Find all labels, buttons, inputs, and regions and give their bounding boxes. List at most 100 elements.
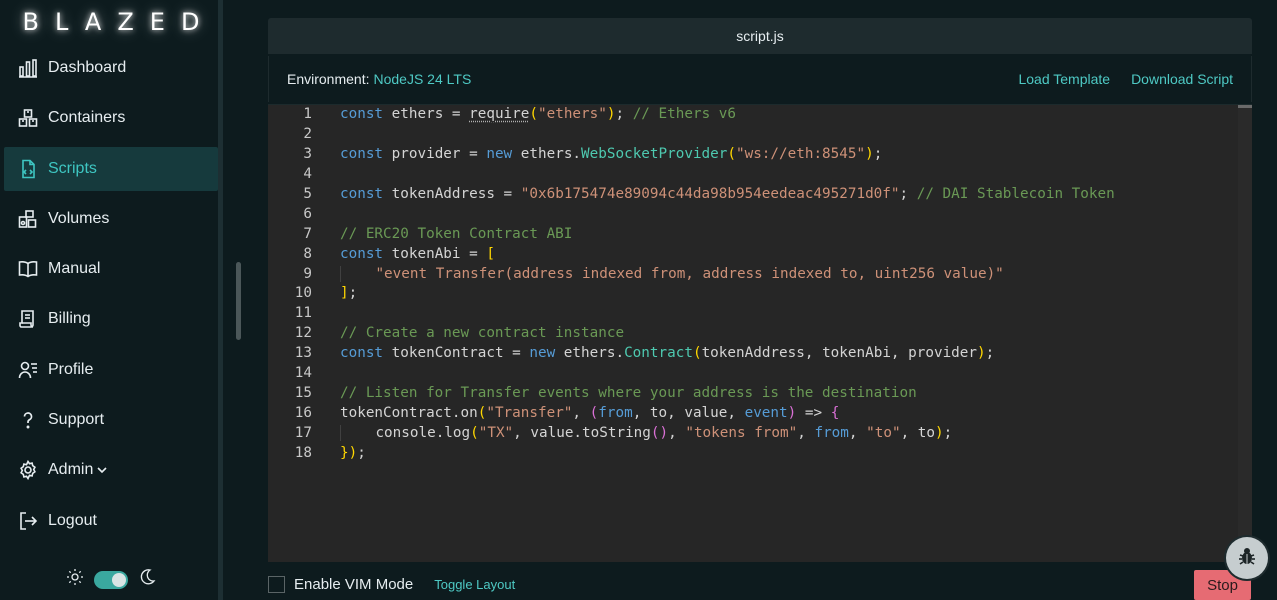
sidebar-item-label: Profile — [48, 360, 94, 378]
line-number: 11 — [294, 305, 312, 322]
code-text[interactable]: ]; — [312, 284, 357, 304]
line-number: 2 — [303, 125, 312, 142]
environment-value[interactable]: NodeJS 24 LTS — [373, 71, 471, 87]
code-line[interactable]: 15// Listen for Transfer events where yo… — [268, 384, 1115, 404]
line-number: 14 — [294, 365, 312, 382]
sidebar-item-volumes[interactable]: Volumes — [4, 197, 218, 241]
code-line[interactable]: 9 "event Transfer(address indexed from, … — [268, 265, 1115, 285]
code-text[interactable]: const provider = new ethers.WebSocketPro… — [312, 145, 882, 165]
containers-icon — [17, 107, 39, 129]
code-lines[interactable]: 1 const ethers = require("ethers"); // Et… — [268, 105, 1115, 464]
debug-button[interactable] — [1226, 537, 1268, 579]
sidebar-item-billing[interactable]: Billing — [4, 297, 218, 341]
dark-mode-switch[interactable] — [94, 570, 128, 589]
code-text[interactable]: }); — [312, 444, 366, 464]
sidebar-item-logout[interactable]: Logout — [4, 499, 218, 543]
code-line[interactable]: 3 const provider = new ethers.WebSocketPr… — [268, 145, 1115, 165]
sidebar-item-admin[interactable]: Admin — [4, 448, 218, 492]
volumes-icon — [17, 208, 39, 230]
code-text[interactable] — [312, 125, 340, 145]
code-line[interactable]: 8 const tokenAbi = [ — [268, 245, 1115, 265]
editor-scrollbar-thumb[interactable] — [1238, 105, 1252, 108]
code-text[interactable]: tokenContract.on("Transfer", (from, to, … — [312, 404, 839, 424]
vim-mode-label[interactable]: Enable VIM Mode — [294, 576, 413, 593]
sidebar-item-label: Dashboard — [48, 59, 127, 76]
sidebar-item-label: Scripts — [48, 159, 97, 177]
code-text[interactable]: const tokenContract = new ethers.Contrac… — [312, 344, 994, 364]
line-number: 18 — [294, 444, 312, 461]
bottom-bar: Enable VIM Mode Toggle Layout Stop — [268, 568, 1277, 600]
code-text[interactable]: const tokenAddress = "0x6b175474e89094c4… — [312, 185, 1115, 205]
code-text[interactable] — [312, 205, 340, 225]
load-template-link[interactable]: Load Template — [1018, 71, 1110, 87]
code-text[interactable]: const tokenAbi = [ — [312, 245, 495, 265]
sidebar-scrollbar[interactable] — [236, 262, 241, 340]
code-line[interactable]: 2 — [268, 125, 1115, 145]
code-text[interactable]: // Listen for Transfer events where your… — [312, 384, 917, 404]
code-text[interactable]: // ERC20 Token Contract ABI — [312, 225, 572, 245]
vim-mode-checkbox[interactable] — [268, 575, 285, 593]
sidebar-item-dashboard[interactable]: Dashboard — [4, 46, 218, 90]
code-text[interactable]: const ethers = require("ethers"); // Eth… — [312, 105, 736, 125]
sidebar-item-label: Support — [48, 411, 105, 429]
line-number: 17 — [294, 425, 312, 441]
sidebar-divider — [218, 0, 223, 600]
line-number: 16 — [294, 405, 312, 422]
line-number: 5 — [303, 185, 312, 202]
environment-label: Environment: — [287, 71, 370, 87]
code-line[interactable]: 7// ERC20 Token Contract ABI — [268, 225, 1115, 245]
code-line[interactable]: 17 console.log("TX", value.toString(), "… — [268, 424, 1115, 444]
line-number: 15 — [294, 385, 312, 402]
code-text[interactable]: // Create a new contract instance — [312, 324, 624, 344]
code-line[interactable]: 14 — [268, 364, 1115, 384]
sidebar-item-containers[interactable]: Containers — [4, 96, 218, 140]
code-text[interactable]: "event Transfer(address indexed from, ad… — [312, 265, 1004, 285]
sidebar: BLAZED Dashboard Containers Scripts Volu… — [0, 0, 218, 600]
line-number: 4 — [303, 165, 312, 182]
script-file-icon — [17, 158, 39, 180]
question-icon — [17, 409, 39, 431]
line-number: 10 — [294, 285, 312, 302]
download-script-link[interactable]: Download Script — [1131, 71, 1233, 87]
receipt-icon — [17, 308, 39, 330]
code-text[interactable] — [312, 304, 340, 324]
code-text[interactable]: console.log("TX", value.toString(), "tok… — [312, 424, 952, 444]
code-text[interactable] — [312, 364, 340, 384]
code-editor[interactable]: 1 const ethers = require("ethers"); // Et… — [268, 104, 1252, 563]
sidebar-item-label: Containers — [48, 109, 126, 127]
chevron-down-icon — [96, 464, 108, 476]
code-line[interactable]: 12// Create a new contract instance — [268, 324, 1115, 344]
line-number: 6 — [303, 205, 312, 222]
switch-knob — [112, 572, 126, 587]
editor-tab[interactable]: script.js — [268, 18, 1252, 54]
line-number: 13 — [294, 345, 312, 362]
gear-icon — [17, 459, 39, 481]
sidebar-item-manual[interactable]: Manual — [4, 247, 218, 291]
code-line[interactable]: 4 — [268, 165, 1115, 185]
sidebar-nav: Dashboard Containers Scripts Volumes Man… — [4, 46, 218, 549]
sidebar-item-support[interactable]: Support — [4, 398, 218, 442]
toggle-layout-link[interactable]: Toggle Layout — [434, 577, 515, 592]
sun-icon — [66, 568, 84, 591]
code-line[interactable]: 5 const tokenAddress = "0x6b175474e89094c… — [268, 185, 1115, 205]
code-line[interactable]: 10]; — [268, 284, 1115, 304]
editor-actions: Load Template Download Script — [1018, 71, 1233, 87]
code-line[interactable]: 16 tokenContract.on("Transfer", (from, to… — [268, 404, 1115, 424]
code-line[interactable]: 1 const ethers = require("ethers"); // Et… — [268, 105, 1115, 125]
code-line[interactable]: 11 — [268, 304, 1115, 324]
editor-scrollbar-track[interactable] — [1238, 105, 1252, 563]
sidebar-item-label: Volumes — [48, 209, 110, 227]
theme-toggle — [66, 568, 156, 591]
line-number: 12 — [294, 325, 312, 342]
code-line[interactable]: 18}); — [268, 444, 1115, 464]
line-number: 7 — [303, 225, 312, 242]
book-icon — [17, 258, 39, 280]
code-line[interactable]: 6 — [268, 205, 1115, 225]
sidebar-item-scripts[interactable]: Scripts — [4, 146, 218, 191]
sidebar-item-profile[interactable]: Profile — [4, 348, 218, 392]
line-number: 8 — [303, 245, 312, 262]
code-text[interactable] — [312, 165, 340, 185]
sidebar-item-label: Logout — [48, 511, 97, 529]
code-line[interactable]: 13 const tokenContract = new ethers.Contr… — [268, 344, 1115, 364]
sidebar-item-label: Admin — [48, 461, 94, 479]
